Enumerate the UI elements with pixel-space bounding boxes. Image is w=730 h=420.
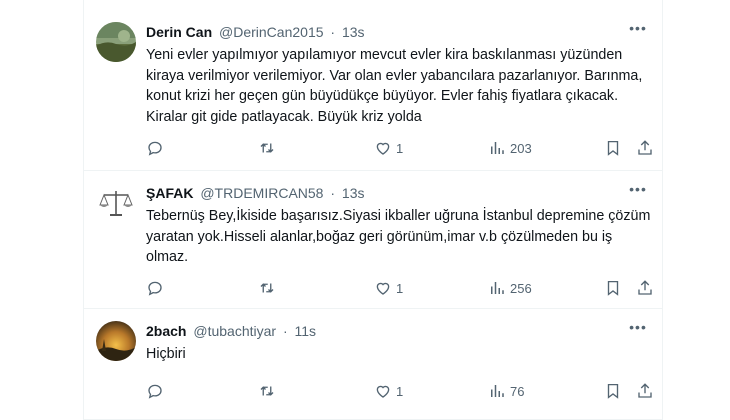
avatar[interactable] bbox=[96, 183, 136, 223]
avatar[interactable] bbox=[96, 321, 136, 361]
timeline: Derin Can @DerinCan2015 · 13s ••• Yeni e… bbox=[0, 0, 730, 420]
bookmark-icon bbox=[607, 140, 619, 156]
retweet-icon bbox=[260, 143, 274, 153]
user-handle[interactable]: @tubachtiyar bbox=[193, 323, 276, 339]
tweet-actions: 1 203 bbox=[146, 138, 662, 158]
reply-icon bbox=[148, 384, 162, 399]
views-button[interactable]: 203 bbox=[488, 138, 532, 158]
timestamp[interactable]: 11s bbox=[295, 323, 317, 339]
share-button[interactable] bbox=[636, 278, 654, 298]
bookmark-button[interactable] bbox=[604, 138, 622, 158]
share-icon bbox=[638, 140, 652, 155]
view-count: 76 bbox=[510, 383, 525, 399]
like-button[interactable]: 1 bbox=[374, 138, 403, 158]
heart-icon bbox=[376, 142, 390, 155]
timeline-right-border bbox=[662, 0, 663, 420]
bookmark-button[interactable] bbox=[604, 278, 622, 298]
tweet-text: Hiçbiri bbox=[146, 346, 186, 362]
tweet-actions: 1 256 bbox=[146, 278, 662, 298]
tweet[interactable]: 2bach @tubachtiyar · 11s ••• Hiçbiri 1 7… bbox=[84, 309, 662, 420]
reply-button[interactable] bbox=[146, 278, 168, 298]
share-button[interactable] bbox=[636, 138, 654, 158]
more-dots-icon[interactable]: ••• bbox=[626, 320, 650, 341]
separator-dot: · bbox=[330, 24, 336, 40]
tweet[interactable]: Derin Can @DerinCan2015 · 13s ••• Yeni e… bbox=[84, 10, 662, 171]
like-count: 1 bbox=[396, 383, 404, 399]
reply-button[interactable] bbox=[146, 381, 168, 401]
tweet-text: Yeni evler yapılmıyor yapılamıyor mevcut… bbox=[146, 47, 643, 125]
bookmark-button[interactable] bbox=[604, 381, 622, 401]
share-button[interactable] bbox=[636, 381, 654, 401]
retweet-button[interactable] bbox=[258, 138, 280, 158]
avatar-scales-image bbox=[96, 183, 136, 223]
separator-dot: · bbox=[282, 323, 288, 339]
display-name[interactable]: ŞAFAK bbox=[146, 185, 193, 201]
retweet-button[interactable] bbox=[258, 278, 280, 298]
retweet-icon bbox=[260, 283, 274, 293]
share-icon bbox=[638, 280, 652, 295]
views-button[interactable]: 76 bbox=[488, 381, 524, 401]
retweet-icon bbox=[260, 386, 274, 396]
like-button[interactable]: 1 bbox=[374, 278, 403, 298]
tweet-actions: 1 76 bbox=[146, 381, 662, 401]
timestamp[interactable]: 13s bbox=[342, 185, 365, 201]
share-icon bbox=[638, 383, 652, 398]
avatar-landscape-image bbox=[96, 22, 136, 62]
user-handle[interactable]: @TRDEMIRCAN58 bbox=[200, 185, 323, 201]
tweet-header: ŞAFAK @TRDEMIRCAN58 · 13s bbox=[146, 183, 622, 203]
more-dots-icon[interactable]: ••• bbox=[626, 182, 650, 203]
view-count: 256 bbox=[510, 280, 532, 296]
display-name[interactable]: Derin Can bbox=[146, 24, 212, 40]
reply-icon bbox=[148, 281, 162, 296]
bookmark-icon bbox=[607, 383, 619, 399]
display-name[interactable]: 2bach bbox=[146, 323, 186, 339]
views-chart-icon bbox=[491, 282, 504, 294]
reply-icon bbox=[148, 141, 162, 156]
tweet-text: Tebernüş Bey,İkiside başarısız.Siyasi ik… bbox=[146, 208, 651, 265]
separator-dot: · bbox=[330, 185, 336, 201]
like-count: 1 bbox=[396, 280, 404, 296]
avatar-sunset-image bbox=[96, 321, 136, 361]
bookmark-icon bbox=[607, 280, 619, 296]
more-dots-icon[interactable]: ••• bbox=[626, 21, 650, 42]
heart-icon bbox=[376, 385, 390, 398]
views-chart-icon bbox=[491, 385, 504, 397]
like-button[interactable]: 1 bbox=[374, 381, 403, 401]
tweet-header: Derin Can @DerinCan2015 · 13s bbox=[146, 22, 622, 42]
views-button[interactable]: 256 bbox=[488, 278, 532, 298]
like-count: 1 bbox=[396, 140, 404, 156]
avatar[interactable] bbox=[96, 22, 136, 62]
views-chart-icon bbox=[491, 142, 504, 154]
tweet[interactable]: ŞAFAK @TRDEMIRCAN58 · 13s ••• Tebernüş B… bbox=[84, 171, 662, 309]
retweet-button[interactable] bbox=[258, 381, 280, 401]
heart-icon bbox=[376, 282, 390, 295]
view-count: 203 bbox=[510, 140, 532, 156]
timestamp[interactable]: 13s bbox=[342, 24, 365, 40]
user-handle[interactable]: @DerinCan2015 bbox=[219, 24, 324, 40]
tweet-header: 2bach @tubachtiyar · 11s bbox=[146, 321, 622, 341]
reply-button[interactable] bbox=[146, 138, 168, 158]
